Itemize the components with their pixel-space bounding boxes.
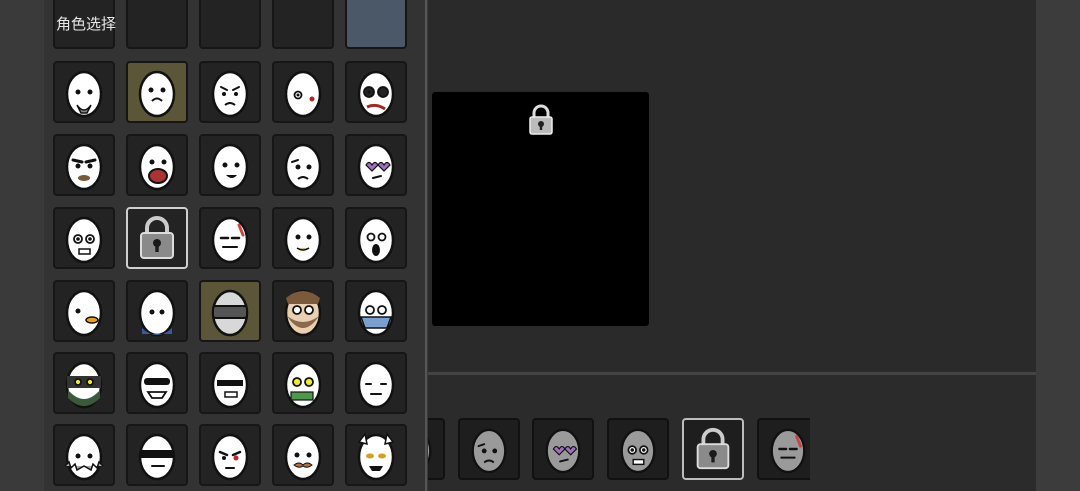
character-tile-suit[interactable]	[126, 280, 188, 342]
bottom-strip	[428, 375, 810, 491]
egg-mask-icon	[357, 289, 395, 337]
egg-brows-icon	[65, 143, 103, 191]
egg-shout-icon	[138, 143, 176, 191]
egg-whiskers-icon	[138, 70, 176, 118]
character-tile-bloody[interactable]	[272, 61, 334, 123]
egg-sick-icon	[284, 216, 322, 264]
character-tile[interactable]	[199, 0, 261, 49]
character-tile-shades[interactable]	[126, 352, 188, 414]
egg-bearded-icon	[284, 289, 322, 337]
egg-sad-icon	[284, 143, 322, 191]
character-tile-brows[interactable]	[53, 134, 115, 196]
character-tile-frown[interactable]	[199, 61, 261, 123]
egg-spiked-icon	[64, 433, 104, 481]
egg-money-icon	[284, 361, 322, 409]
lock-icon	[529, 104, 553, 135]
character-tile-duck[interactable]	[53, 280, 115, 342]
character-tile-ninja[interactable]	[53, 352, 115, 414]
background-left	[0, 0, 44, 491]
character-tile-deal[interactable]	[199, 352, 261, 414]
character-tile-tired[interactable]	[199, 207, 261, 269]
character-tile[interactable]	[272, 0, 334, 49]
bottom-character-tile-sad[interactable]	[458, 418, 520, 480]
egg-horns-icon	[357, 432, 395, 481]
character-tile-mask[interactable]	[345, 280, 407, 342]
egg-mustache-icon	[284, 433, 322, 481]
character-tile-sad[interactable]	[272, 134, 334, 196]
egg-duck-icon	[65, 289, 103, 337]
lock-icon	[140, 216, 174, 259]
character-tile-hearts[interactable]	[345, 134, 407, 196]
bottom-character-tile-stare[interactable]	[607, 418, 669, 480]
character-tile-smile[interactable]	[199, 134, 261, 196]
bottom-character-tile-lock[interactable]	[682, 418, 744, 480]
egg-smile-icon	[211, 143, 249, 191]
background-right	[1036, 0, 1080, 491]
character-tile[interactable]	[345, 0, 407, 49]
egg-tired-icon	[428, 437, 432, 465]
character-tile-horns[interactable]	[345, 424, 407, 486]
character-select-panel: 角色选择	[44, 0, 427, 491]
egg-visor-icon	[138, 433, 176, 481]
character-tile-spiked[interactable]	[53, 424, 115, 486]
lock-icon	[696, 427, 730, 470]
character-tile-scream[interactable]	[345, 207, 407, 269]
character-tile-whiskers[interactable]	[126, 61, 188, 123]
egg-hearts-icon	[357, 143, 395, 191]
character-tile-lock[interactable]	[126, 207, 188, 269]
egg-suit-icon	[138, 289, 176, 337]
egg-bloody-icon	[284, 70, 322, 118]
character-tile-angry[interactable]	[199, 424, 261, 486]
bottom-character-tile-tired[interactable]	[757, 418, 810, 480]
character-preview	[432, 92, 649, 326]
egg-stare-icon	[65, 216, 103, 264]
egg-helmet-icon	[211, 289, 249, 337]
egg-tired-icon	[211, 216, 249, 264]
character-tile-money[interactable]	[272, 352, 334, 414]
character-tile-stare[interactable]	[53, 207, 115, 269]
egg-angry-icon	[211, 433, 249, 481]
character-tile-meh[interactable]	[345, 352, 407, 414]
egg-stare-icon	[620, 428, 656, 474]
bottom-character-tile-tired[interactable]	[428, 418, 445, 480]
panel-title: 角色选择	[56, 15, 117, 33]
bottom-character-tile-hearts[interactable]	[532, 418, 594, 480]
egg-frown-icon	[211, 70, 249, 118]
character-tile-helmet[interactable]	[199, 280, 261, 342]
character-tile-visor[interactable]	[126, 424, 188, 486]
egg-ninja-icon	[65, 361, 103, 409]
character-grid	[44, 0, 425, 491]
egg-hearts-icon	[545, 428, 581, 474]
character-tile-sick[interactable]	[272, 207, 334, 269]
egg-sad-icon	[471, 428, 507, 474]
egg-meh-icon	[357, 361, 395, 409]
character-tile-bearded[interactable]	[272, 280, 334, 342]
egg-scream-icon	[357, 216, 395, 264]
character-tile-panda[interactable]	[345, 61, 407, 123]
character-tile-mustache[interactable]	[272, 424, 334, 486]
egg-tired-icon	[770, 428, 806, 474]
character-tile-goatee[interactable]	[53, 61, 115, 123]
character-tile-shout[interactable]	[126, 134, 188, 196]
egg-panda-icon	[357, 70, 395, 118]
egg-deal-icon	[211, 361, 249, 409]
egg-shades-icon	[138, 361, 176, 409]
egg-goatee-icon	[65, 70, 103, 118]
character-tile[interactable]	[126, 0, 188, 49]
